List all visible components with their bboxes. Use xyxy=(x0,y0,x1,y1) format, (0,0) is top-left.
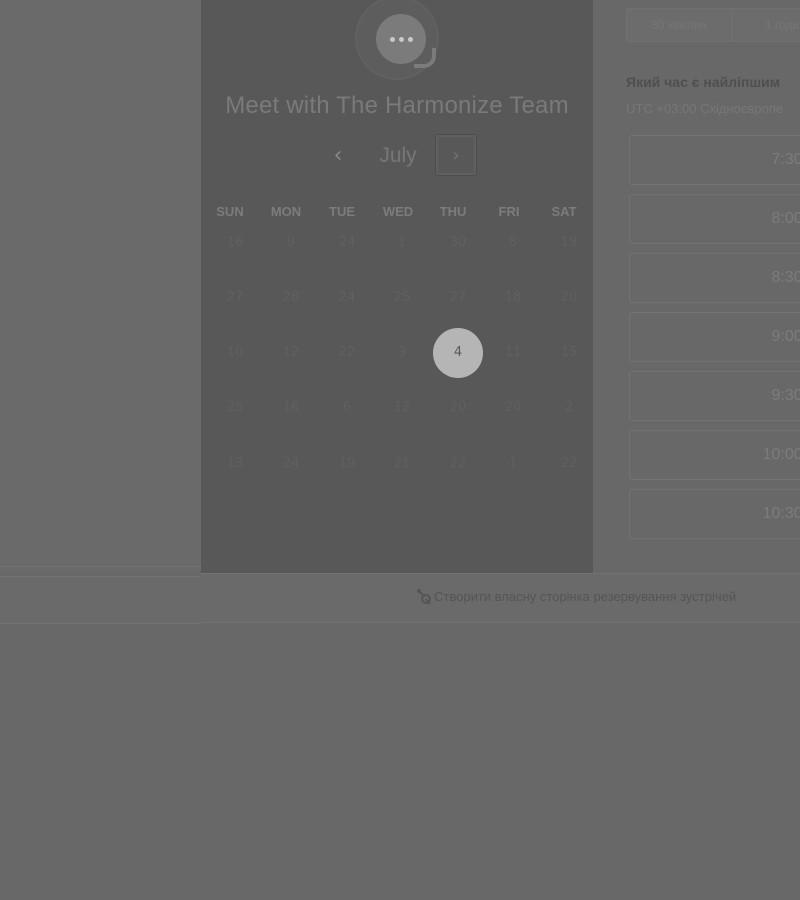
time-slot-label: 7:30 p xyxy=(771,151,800,168)
weekday-label: SUN xyxy=(216,204,244,219)
calendar-day[interactable]: 1 xyxy=(377,218,427,268)
calendar-day[interactable]: 11 xyxy=(488,328,538,378)
calendar-day[interactable]: 12 xyxy=(266,328,316,378)
calendar-day[interactable]: 27 xyxy=(433,273,483,323)
calendar-day[interactable]: 3 xyxy=(377,328,427,378)
left-panel xyxy=(0,0,202,572)
calendar-day[interactable]: 21 xyxy=(377,439,427,489)
calendar-day[interactable]: 27 xyxy=(210,273,260,323)
timezone-label[interactable]: UTC +03:00 Східноєвропе xyxy=(626,101,783,116)
time-slot-button[interactable]: 10:30 p xyxy=(629,489,800,539)
calendar-day[interactable]: 10 xyxy=(210,328,260,378)
time-question: Який час є найліпшим xyxy=(626,74,781,90)
time-slot-label: 8:00 p xyxy=(771,210,800,227)
calendar-day[interactable]: 22 xyxy=(322,328,372,378)
left-footer xyxy=(0,577,201,624)
create-booking-page-link[interactable]: Створити власну сторінка резервування зу… xyxy=(434,589,736,604)
calendar-day[interactable]: 24 xyxy=(322,273,372,323)
weekday-label: TUE xyxy=(329,204,355,219)
calendar-day[interactable]: 20 xyxy=(488,383,538,433)
meeting-title: Meet with The Harmonize Team xyxy=(225,92,569,119)
weekday-label: MON xyxy=(270,204,302,219)
calendar-day[interactable]: 22 xyxy=(433,439,483,489)
time-slot-label: 10:30 p xyxy=(762,505,800,522)
calendar-day[interactable]: 19 xyxy=(544,218,594,268)
calendar-day[interactable]: 12 xyxy=(377,383,427,433)
month-label: July xyxy=(379,144,417,167)
calendar-day[interactable]: 2 xyxy=(544,383,594,433)
calendar-day[interactable]: 28 xyxy=(266,273,316,323)
time-slot-button[interactable]: 8:30 p xyxy=(629,253,800,303)
calendar-day[interactable]: 19 xyxy=(322,439,372,489)
calendar-day[interactable]: 16 xyxy=(210,218,260,268)
calendar-day[interactable]: 22 xyxy=(544,439,594,489)
duration-1h-button[interactable]: 1 годи xyxy=(732,9,800,41)
time-slot-button[interactable]: 9:00 p xyxy=(629,312,800,362)
calendar-day[interactable]: 16 xyxy=(266,383,316,433)
duration-30min-button[interactable]: 30 хвилин xyxy=(627,9,731,41)
calendar-day[interactable]: 8 xyxy=(488,218,538,268)
calendar-day[interactable]: 30 xyxy=(433,218,483,268)
calendar-day[interactable]: 24 xyxy=(266,439,316,489)
calendar-day[interactable]: 20 xyxy=(433,383,483,433)
next-month-button[interactable]: › xyxy=(435,134,477,176)
calendar-day[interactable]: 20 xyxy=(544,273,594,323)
time-slot-button[interactable]: 9:30 p xyxy=(629,371,800,421)
hubspot-sprocket-icon xyxy=(416,588,432,606)
weekday-label: THU xyxy=(439,204,467,219)
calendar-day[interactable]: 25 xyxy=(377,273,427,323)
weekday-label: WED xyxy=(382,204,414,219)
calendar-day[interactable]: 25 xyxy=(210,383,260,433)
calendar-day[interactable]: 24 xyxy=(322,218,372,268)
calendar-day[interactable]: 1 xyxy=(488,439,538,489)
time-slot-label: 9:30 p xyxy=(771,387,800,404)
time-slot-button[interactable]: 7:30 p xyxy=(629,135,800,185)
calendar-day[interactable]: 15 xyxy=(544,328,594,378)
divider xyxy=(0,566,201,567)
calendar-day-selected[interactable]: 4 xyxy=(433,328,483,378)
calendar-day[interactable]: 9 xyxy=(266,218,316,268)
prev-month-button[interactable]: ‹ xyxy=(326,142,350,170)
chat-bubble-icon xyxy=(376,14,426,64)
calendar-day[interactable]: 18 xyxy=(488,273,538,323)
time-slot-button[interactable]: 8:00 p xyxy=(629,194,800,244)
calendar-day[interactable]: 6 xyxy=(322,383,372,433)
weekday-label: FRI xyxy=(498,204,520,219)
time-slot-button[interactable]: 10:00 p xyxy=(629,430,800,480)
calendar-day[interactable]: 13 xyxy=(210,439,260,489)
time-slot-label: 10:00 p xyxy=(762,446,800,463)
weekday-label: SAT xyxy=(551,204,577,219)
time-slot-label: 8:30 p xyxy=(771,269,800,286)
time-slot-label: 9:00 p xyxy=(771,328,800,345)
